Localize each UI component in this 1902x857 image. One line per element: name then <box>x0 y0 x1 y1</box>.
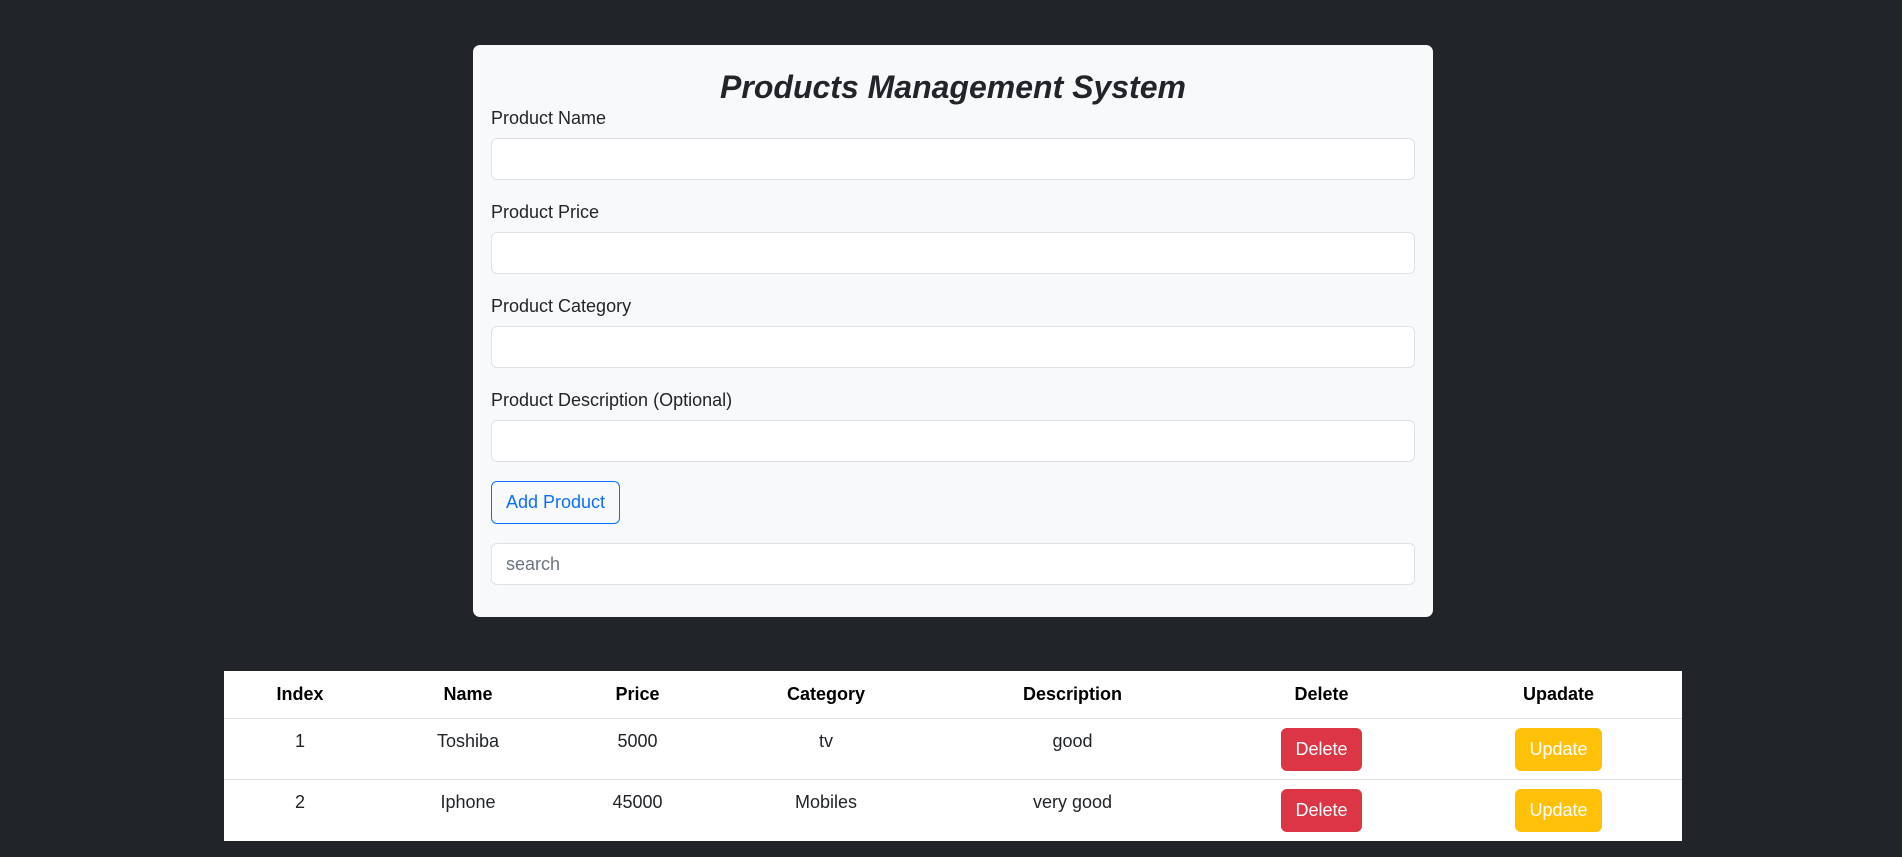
add-product-button[interactable]: Add Product <box>491 481 621 524</box>
add-button-row: Add Product <box>491 481 1415 524</box>
table-header-row: Index Name Price Category Description De… <box>224 671 1682 719</box>
table-row: 2 Iphone 45000 Mobiles very good Delete … <box>224 780 1682 841</box>
cell-delete: Delete <box>1208 780 1435 841</box>
table-row: 1 Toshiba 5000 tv good Delete Update <box>224 718 1682 780</box>
page-title: Products Management System <box>720 69 1186 105</box>
products-table: Index Name Price Category Description De… <box>224 671 1682 841</box>
product-description-group: Product Description (Optional) <box>491 389 1415 462</box>
update-button[interactable]: Update <box>1515 728 1602 771</box>
cell-category: tv <box>715 718 937 780</box>
cell-price: 5000 <box>560 718 715 780</box>
product-price-label: Product Price <box>491 202 600 222</box>
cell-name: Iphone <box>440 792 496 812</box>
cell-index: 2 <box>294 792 305 812</box>
cell-delete: Delete <box>1208 718 1435 780</box>
cell-description: very good <box>1032 792 1113 812</box>
product-description-label: Product Description (Optional) <box>491 390 733 410</box>
product-category-label: Product Category <box>491 296 632 316</box>
product-name-input[interactable] <box>491 138 1415 180</box>
product-name-group: Product Name <box>491 107 1415 180</box>
product-category-input[interactable] <box>491 326 1415 368</box>
product-description-input[interactable] <box>491 420 1415 462</box>
cell-update: Update <box>1435 718 1682 780</box>
product-form-card: Products Management System Product Name … <box>473 45 1433 617</box>
cell-description: good <box>937 718 1208 780</box>
cell-update: Update <box>1435 780 1682 841</box>
product-price-input[interactable] <box>491 232 1415 274</box>
delete-button[interactable]: Delete <box>1281 789 1362 832</box>
header-update: Upadate <box>1435 671 1682 719</box>
cell-price: 45000 <box>612 792 663 812</box>
cell-name: Toshiba <box>376 718 560 780</box>
product-price-group: Product Price <box>491 201 1415 274</box>
product-category-group: Product Category <box>491 295 1415 368</box>
cell-index: 1 <box>224 718 376 780</box>
products-table-container: Index Name Price Category Description De… <box>224 671 1682 841</box>
header-name: Name <box>376 671 560 719</box>
delete-button[interactable]: Delete <box>1281 728 1362 771</box>
header-delete: Delete <box>1208 671 1435 719</box>
header-description: Description <box>937 671 1208 719</box>
update-button[interactable]: Update <box>1515 789 1602 832</box>
header-price: Price <box>560 671 715 719</box>
cell-category: Mobiles <box>794 792 858 812</box>
search-input[interactable] <box>491 543 1415 585</box>
product-name-label: Product Name <box>491 108 607 128</box>
header-index: Index <box>224 671 376 719</box>
header-category: Category <box>715 671 937 719</box>
